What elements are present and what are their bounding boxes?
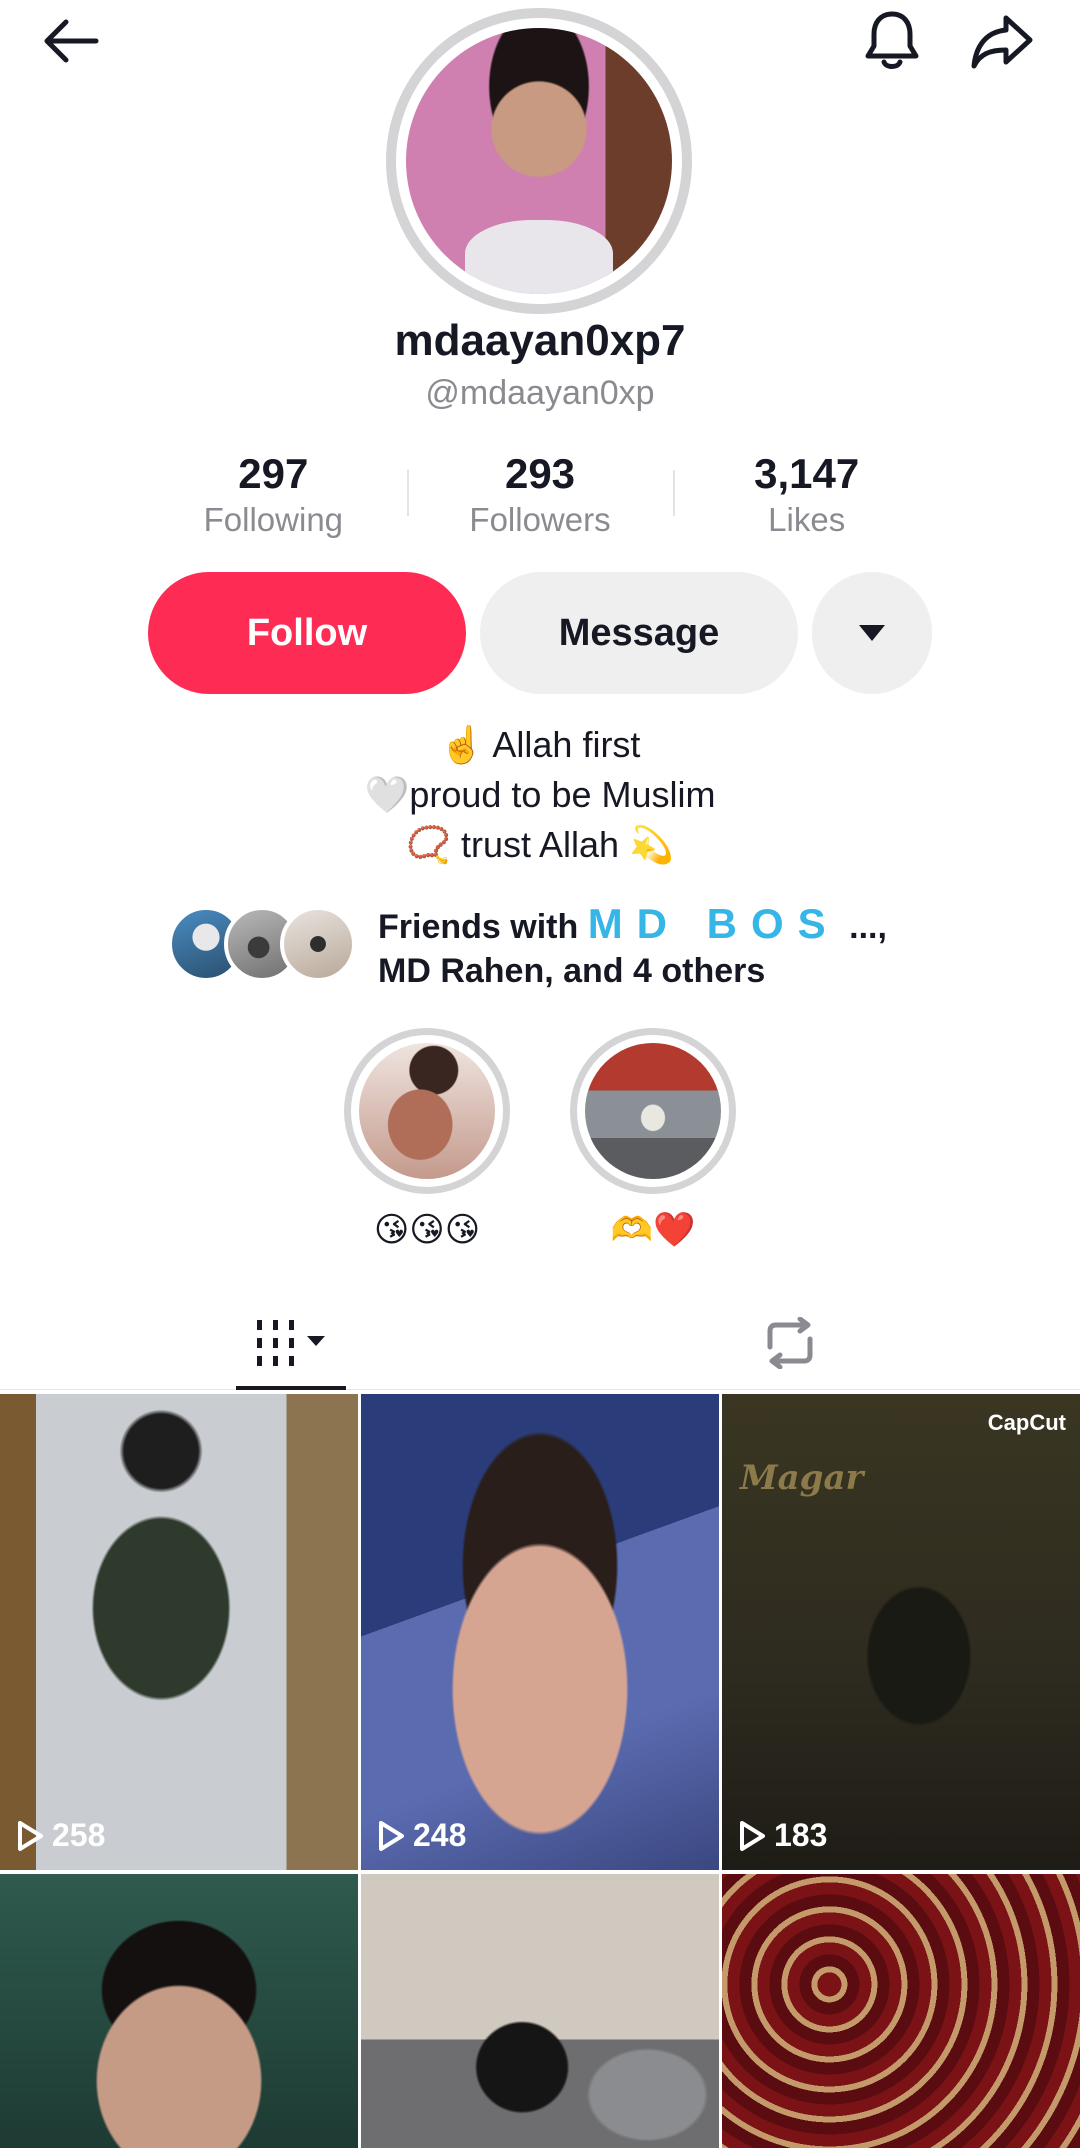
view-count-value: 258 <box>52 1817 106 1853</box>
highlight-cover <box>585 1043 721 1179</box>
video-thumbnail[interactable]: 258 <box>0 1394 358 1870</box>
share-arrow-icon <box>971 15 1033 69</box>
view-count: 248 <box>377 1817 466 1854</box>
highlight-ring <box>344 1028 510 1194</box>
repost-icon <box>767 1317 813 1369</box>
highlight-ring <box>570 1028 736 1194</box>
friends-line-2: MD Rahen, and 4 others <box>378 952 766 990</box>
caret-down-icon <box>859 625 885 641</box>
view-count: 258 <box>16 1817 105 1854</box>
stat-followers[interactable]: 293 Followers <box>406 448 674 548</box>
highlight-label: 😘😘😘 <box>373 1211 481 1249</box>
video-thumbnail[interactable] <box>722 1874 1080 2148</box>
profile-username: @mdaayan0xp <box>425 374 655 412</box>
tab-reposts[interactable] <box>740 1296 840 1390</box>
mutual-friends-text: Friends with MD BOS ..., MD Rahen, and 4… <box>378 902 938 993</box>
share-button[interactable] <box>962 4 1042 78</box>
arrow-left-icon <box>44 19 99 63</box>
play-outline-icon <box>379 1820 404 1851</box>
story-highlight-1[interactable]: 😘😘😘 <box>344 1028 510 1252</box>
view-count-value: 248 <box>413 1817 467 1853</box>
play-outline-icon <box>740 1820 765 1851</box>
friends-suffix: ..., <box>839 908 887 946</box>
play-outline-icon <box>18 1820 43 1851</box>
profile-display-name: mdaayan0xp7 <box>394 316 686 365</box>
stat-following-count: 297 <box>238 450 309 497</box>
video-thumbnail[interactable] <box>0 1874 358 2148</box>
stat-followers-count: 293 <box>504 450 576 497</box>
stat-following[interactable]: 297 Following <box>140 448 407 548</box>
stat-followers-label: Followers <box>469 501 611 538</box>
bell-icon <box>865 11 919 69</box>
friend-highlight-name: MD BOS <box>587 900 840 947</box>
view-count: 183 <box>738 1817 827 1854</box>
bio-line-3: 📿 trust Allah 💫 <box>406 824 674 865</box>
story-highlight-2[interactable]: 🫶❤️ <box>570 1028 736 1252</box>
stat-likes-count: 3,147 <box>754 450 860 497</box>
grid-videos-icon <box>257 1320 325 1366</box>
video-overlay-text: Magar <box>740 1458 864 1498</box>
stat-following-label: Following <box>203 501 344 538</box>
avatar-image <box>406 28 672 294</box>
tab-videos[interactable] <box>236 1296 346 1390</box>
bio-line-2: 🤍proud to be Muslim <box>364 774 716 815</box>
profile-bio: ☝️ Allah first 🤍proud to be Muslim 📿 tru… <box>0 720 1080 870</box>
video-thumbnail[interactable]: CapCut Magar 183 <box>722 1394 1080 1870</box>
notification-bell-button[interactable] <box>852 4 932 78</box>
back-button[interactable] <box>30 6 110 76</box>
highlight-label: 🫶❤️ <box>610 1211 696 1249</box>
mutual-friends[interactable]: Friends with MD BOS ..., MD Rahen, and 4… <box>168 902 928 992</box>
bio-line-1: ☝️ Allah first <box>439 724 641 765</box>
suggested-accounts-dropdown-button[interactable] <box>812 572 932 694</box>
profile-tabs <box>0 1296 1080 1390</box>
stat-likes-label: Likes <box>768 501 846 538</box>
video-thumbnail[interactable] <box>361 1874 719 2148</box>
follow-button[interactable]: Follow <box>148 572 466 694</box>
capcut-watermark: CapCut <box>987 1410 1066 1435</box>
profile-avatar[interactable] <box>386 8 692 314</box>
profile-stats: 297 Following 293 Followers 3,147 Likes <box>140 448 940 548</box>
stat-likes[interactable]: 3,147 Likes <box>673 448 940 548</box>
friends-prefix: Friends with <box>378 908 588 946</box>
video-thumbnail[interactable]: 248 <box>361 1394 719 1870</box>
friend-avatar-3 <box>280 906 356 982</box>
view-count-value: 183 <box>774 1817 828 1853</box>
message-button[interactable]: Message <box>480 572 798 694</box>
highlight-cover <box>359 1043 495 1179</box>
